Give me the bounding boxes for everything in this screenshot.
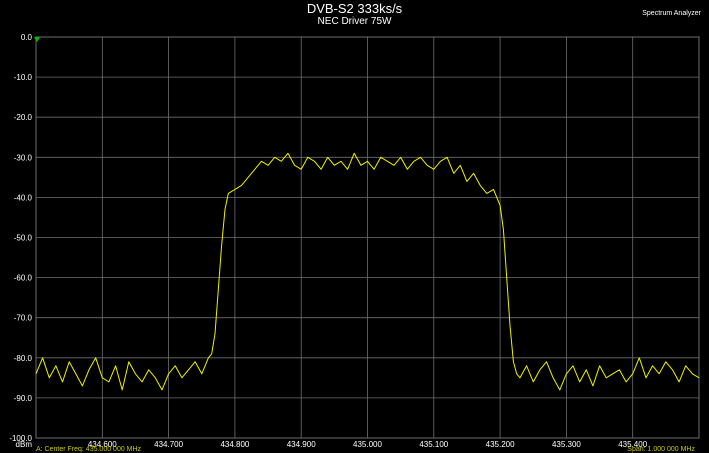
y-tick-label: -80.0	[14, 354, 33, 363]
y-tick-label: -50.0	[14, 234, 33, 243]
y-tick-label: -20.0	[14, 113, 33, 122]
spectrum-chart: 0.0 -10.0 -20.0 -30.0 -40.0 -50.0 -60.0 -70.0 -8…	[9, 33, 700, 449]
y-tick-label: -60.0	[14, 274, 33, 283]
x-tick-label: 435.100	[419, 440, 448, 449]
x-tick-label: 434.800	[220, 440, 249, 449]
y-tick-label: -70.0	[14, 314, 33, 323]
y-tick-label: -40.0	[14, 193, 33, 202]
x-tick-label: 435.000	[353, 440, 382, 449]
y-tick-label: 0.0	[21, 33, 33, 42]
x-tick-label: 434.900	[287, 440, 316, 449]
y-tick-label: -90.0	[14, 394, 33, 403]
span-readout: Span: 1.000 000 MHz	[627, 446, 695, 453]
y-tick-label: -10.0	[14, 73, 33, 82]
center-frequency-readout: A: Center Freq: 435.000 000 MHz	[36, 446, 142, 453]
x-tick-label: 434.700	[154, 440, 183, 449]
x-tick-label: 435.200	[486, 440, 515, 449]
x-tick-label: 435.300	[552, 440, 581, 449]
y-tick-label: -30.0	[14, 153, 33, 162]
y-axis-label: dBm	[16, 440, 33, 449]
marker-icon	[34, 37, 40, 42]
